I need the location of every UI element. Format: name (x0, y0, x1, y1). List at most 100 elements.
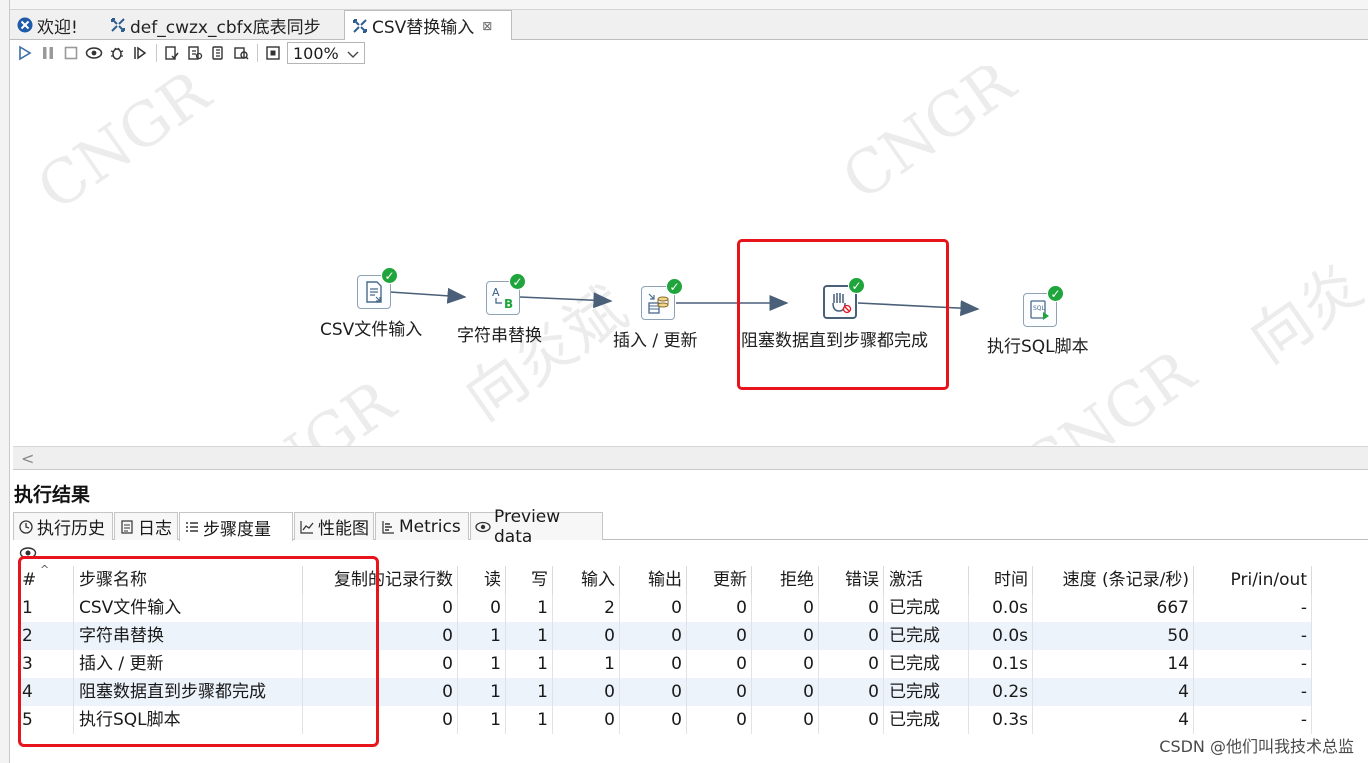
column-header[interactable]: Pri/in/out (1195, 566, 1312, 594)
tab-log[interactable]: 日志 (114, 512, 178, 540)
column-header[interactable]: 激活 (885, 566, 969, 594)
preview-icon[interactable] (83, 42, 105, 64)
table-cell: 1 (507, 594, 553, 622)
table-cell: 已完成 (885, 594, 969, 622)
table-cell: 0 (554, 622, 620, 650)
table-cell: 0.0s (970, 594, 1033, 622)
impact-analysis-icon[interactable] (184, 42, 206, 64)
column-header[interactable]: 速度 (条记录/秒) (1034, 566, 1194, 594)
editor-tab-bar: 欢迎! def_cwzx_cbfx底表同步 CSV替换输入 ⊠ (10, 10, 1368, 41)
tab-welcome[interactable]: 欢迎! (10, 10, 102, 40)
tab-preview-data[interactable]: Preview data (470, 507, 603, 547)
replay-icon[interactable] (129, 42, 151, 64)
tab-execution-history[interactable]: 执行历史 (13, 512, 113, 540)
table-cell: 0 (459, 594, 506, 622)
explore-db-icon[interactable] (230, 42, 252, 64)
tab-performance-graph[interactable]: 性能图 (294, 512, 374, 540)
table-cell: - (1195, 706, 1312, 734)
table-cell: 4 (1034, 678, 1194, 706)
column-header[interactable]: 读 (459, 566, 506, 594)
svg-text:B: B (504, 297, 513, 311)
tab-def-cwzx-cbfx[interactable]: def_cwzx_cbfx底表同步 (103, 10, 343, 40)
tab-label: 欢迎! (37, 17, 78, 38)
step-label: 字符串替换 (457, 326, 542, 346)
table-cell: 0 (753, 594, 819, 622)
table-cell: 0 (554, 678, 620, 706)
hops-layer (389, 287, 980, 317)
success-check-icon: ✓ (509, 273, 526, 290)
table-cell: 0 (820, 650, 884, 678)
column-header[interactable]: 时间 (970, 566, 1033, 594)
table-cell: 1 (459, 650, 506, 678)
table-cell: 0 (621, 622, 687, 650)
stop-icon[interactable] (60, 42, 82, 64)
tab-step-metrics[interactable]: 步骤度量 (179, 512, 293, 541)
table-cell: 0 (688, 650, 752, 678)
success-check-icon: ✓ (1047, 285, 1064, 302)
success-check-icon: ✓ (666, 278, 683, 295)
table-cell: - (1195, 678, 1312, 706)
column-header[interactable]: 更新 (688, 566, 752, 594)
table-cell: - (1195, 622, 1312, 650)
tab-label: 步骤度量 (203, 519, 271, 540)
svg-text:A: A (492, 286, 500, 299)
hop-arrow (519, 292, 613, 309)
canvas-horizontal-scrollbar[interactable]: < (13, 446, 1368, 470)
welcome-icon (16, 16, 34, 34)
transformation-canvas[interactable]: CNGR CNGR CNGR CNGR 向炎斌 向炎 ✓ CSV文件输入 AB … (13, 66, 1368, 446)
debug-icon[interactable] (106, 42, 128, 64)
run-icon[interactable] (14, 42, 36, 64)
column-header[interactable]: 错误 (820, 566, 884, 594)
table-cell: 0 (753, 622, 819, 650)
column-header[interactable]: 拒绝 (753, 566, 819, 594)
close-icon[interactable]: ⊠ (482, 19, 492, 33)
table-cell: 1 (459, 706, 506, 734)
zoom-value: 100% (293, 43, 339, 63)
table-cell: 已完成 (885, 650, 969, 678)
tab-label: CSV替换输入 (372, 18, 475, 38)
column-header[interactable]: 输出 (621, 566, 687, 594)
svg-text:SQL: SQL (1033, 305, 1046, 312)
highlight-box (18, 556, 379, 747)
table-cell: 0 (688, 594, 752, 622)
tab-metrics[interactable]: Metrics (375, 512, 469, 540)
table-cell: 0.1s (970, 650, 1033, 678)
snap-to-grid-icon[interactable] (262, 42, 284, 64)
table-cell: 1 (507, 650, 553, 678)
tab-csv-replace-input[interactable]: CSV替换输入 ⊠ (344, 10, 512, 41)
table-cell: 1 (507, 678, 553, 706)
sql-icon[interactable] (207, 42, 229, 64)
table-cell: 0 (688, 622, 752, 650)
column-header[interactable]: 输入 (554, 566, 620, 594)
metrics-icon (380, 519, 396, 535)
table-cell: 1 (507, 622, 553, 650)
tab-label: def_cwzx_cbfx底表同步 (130, 17, 321, 38)
watermark-credit: CSDN @他们叫我技术总监 (1159, 737, 1354, 756)
success-check-icon: ✓ (381, 267, 398, 284)
scroll-left-icon[interactable]: < (21, 449, 34, 468)
log-icon (119, 519, 135, 535)
left-panel-edge (0, 0, 10, 763)
verify-icon[interactable] (161, 42, 183, 64)
table-cell: 0 (621, 706, 687, 734)
tab-label: 性能图 (318, 519, 369, 539)
pause-icon[interactable] (37, 42, 59, 64)
table-cell: 1 (459, 678, 506, 706)
transformation-toolbar: 100% (10, 40, 1368, 66)
table-cell: 已完成 (885, 622, 969, 650)
list-icon (184, 519, 200, 535)
top-strip (10, 0, 1368, 10)
zoom-select[interactable]: 100% (287, 42, 365, 64)
table-cell: 1 (507, 706, 553, 734)
table-cell: 4 (1034, 706, 1194, 734)
table-cell: 0 (753, 706, 819, 734)
table-cell: 14 (1034, 650, 1194, 678)
table-cell: 0 (621, 650, 687, 678)
table-cell: 0 (820, 594, 884, 622)
step-label: 插入 / 更新 (613, 331, 698, 351)
column-header[interactable]: 写 (507, 566, 553, 594)
table-cell: 0.3s (970, 706, 1033, 734)
hop-arrow (389, 287, 467, 304)
table-cell: 2 (554, 594, 620, 622)
tab-label: Preview data (494, 506, 561, 547)
